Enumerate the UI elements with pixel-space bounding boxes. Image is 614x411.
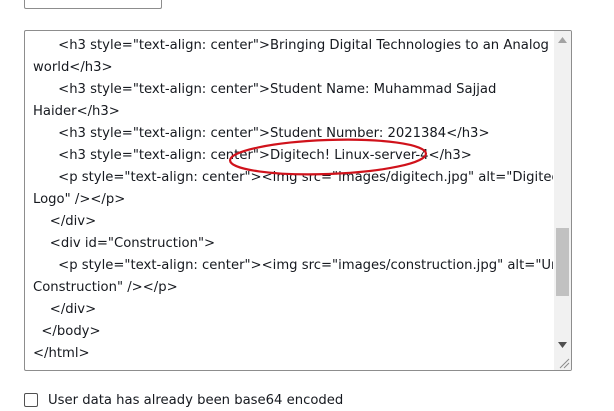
previous-input-field[interactable] [24,0,162,9]
code-line: <div id="Construction"> [33,236,216,251]
triangle-up-icon[interactable] [554,31,571,48]
user-data-textarea[interactable]: <h3 style="text-align: center">Bringing … [24,30,572,371]
user-data-code-viewport[interactable]: <h3 style="text-align: center">Bringing … [25,31,553,370]
code-line: Construction" /></p> [33,280,178,295]
code-line: <h3 style="text-align: center">Student N… [33,82,497,97]
code-line: world</h3> [33,60,113,75]
base64-option-row[interactable]: User data has already been base64 encode… [24,389,343,411]
scroll-thumb[interactable] [556,228,569,296]
base64-checkbox[interactable] [24,393,38,407]
code-line: </div> [33,214,97,229]
code-line: <h3 style="text-align: center">Student N… [33,126,490,141]
code-line: <p style="text-align: center"><img src="… [33,258,553,273]
base64-checkbox-label: User data has already been base64 encode… [48,392,344,408]
triangle-down-icon[interactable] [554,336,571,353]
code-line: Haider</h3> [33,104,120,119]
vertical-scrollbar[interactable] [554,31,571,370]
code-line: <h3 style="text-align: center">Bringing … [33,38,549,53]
code-line: </html> [33,346,90,361]
code-line: Logo" /></p> [33,192,126,207]
code-line: <p style="text-align: center"><img src="… [33,170,553,185]
code-line-highlighted: <h3 style="text-align: center">Digitech!… [33,148,472,163]
code-line: </div> [33,302,97,317]
code-line: </body> [33,324,101,339]
resize-grip-icon[interactable] [554,353,571,370]
